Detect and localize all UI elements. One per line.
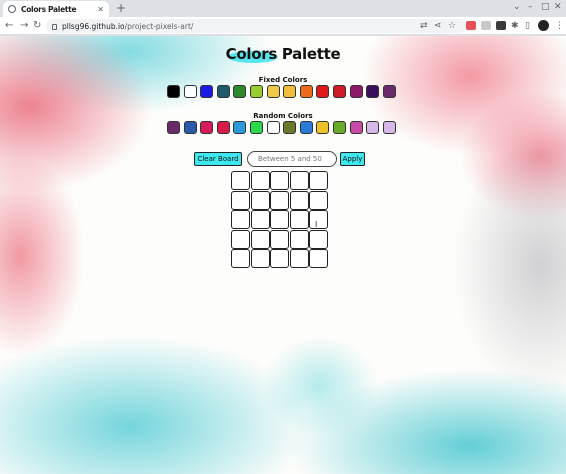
url-text: pllsg96.github.io/project-pixels-art/ [62,21,194,31]
pixel-board [231,171,328,268]
lock-icon [52,24,57,30]
forward-icon[interactable]: → [20,19,28,33]
fixed-color-swatch[interactable] [167,85,180,98]
board-pixel[interactable] [289,210,309,229]
board-pixel[interactable] [309,210,328,229]
browser-toolbar: ← → ↻ pllsg96.github.io/project-pixels-a… [0,17,566,35]
back-icon[interactable]: ← [5,19,13,33]
fixed-color-swatch[interactable] [366,85,380,98]
address-bar[interactable]: pllsg96.github.io/project-pixels-art/ [46,19,466,33]
board-pixel[interactable] [309,249,328,268]
share-icon[interactable]: ⋖ [434,20,442,32]
random-color-swatch[interactable] [349,121,363,134]
translate-icon[interactable]: ⇄ [420,20,428,32]
puzzle-extensions-icon[interactable]: ✱ [511,20,519,32]
fixed-color-swatch[interactable] [200,85,214,98]
random-color-swatch[interactable] [283,121,297,134]
bookmark-star-icon[interactable]: ☆ [448,20,456,32]
board-pixel[interactable] [289,171,309,190]
board-pixel[interactable] [289,249,309,268]
random-color-swatch[interactable] [183,121,197,134]
clear-board-button[interactable]: Clear Board [194,152,242,166]
random-color-swatch[interactable] [316,121,330,134]
fixed-color-swatch[interactable] [299,85,313,98]
globe-icon [8,5,16,13]
close-tab-icon[interactable]: ✕ [97,5,104,14]
board-pixel[interactable] [309,171,328,190]
fixed-color-swatch[interactable] [283,85,297,98]
side-panel-icon[interactable]: ▯ [525,20,530,32]
tab-bar: Colors Palette ✕ + ⌄ – □ ✕ [0,0,566,17]
random-color-swatch[interactable] [167,121,180,134]
board-pixel[interactable] [309,229,328,249]
board-pixel[interactable] [250,171,270,190]
minimize-icon[interactable]: – [528,2,533,12]
fixed-colors-label: Fixed Colors [258,76,308,84]
page-viewport: Colors Palette Fixed Colors Random Color… [0,36,566,474]
fixed-color-swatch[interactable] [332,85,346,98]
random-color-swatch[interactable] [200,121,214,134]
fixed-color-swatch[interactable] [316,85,330,98]
board-pixel[interactable] [231,171,250,190]
fixed-color-swatch[interactable] [216,85,230,98]
fixed-color-palette [167,85,396,98]
board-pixel[interactable] [289,190,309,210]
random-color-swatch[interactable] [233,121,247,134]
text-cursor-icon: I [315,220,318,229]
fixed-color-swatch[interactable] [249,85,263,98]
board-pixel[interactable] [250,210,270,229]
close-window-icon[interactable]: ✕ [554,2,562,12]
board-pixel[interactable] [270,171,289,190]
random-color-palette [167,121,396,134]
random-color-swatch[interactable] [266,121,280,134]
profile-avatar[interactable] [538,20,549,31]
board-pixel[interactable] [270,229,289,249]
fixed-color-swatch[interactable] [233,85,247,98]
board-pixel[interactable] [309,190,328,210]
board-pixel[interactable] [250,229,270,249]
random-colors-label: Random Colors [253,112,313,120]
apply-button[interactable]: Apply [340,152,365,166]
random-color-swatch[interactable] [366,121,380,134]
menu-dots-icon[interactable]: ⋮ [555,20,564,32]
board-pixel[interactable] [250,190,270,210]
board-pixel[interactable] [231,210,250,229]
fixed-color-swatch[interactable] [382,85,396,98]
extension-icon[interactable] [496,21,506,30]
board-pixel[interactable] [270,249,289,268]
random-color-swatch[interactable] [382,121,396,134]
new-tab-button[interactable]: + [116,1,126,15]
fixed-color-swatch[interactable] [266,85,280,98]
board-pixel[interactable] [250,249,270,268]
chevron-down-icon[interactable]: ⌄ [513,2,521,12]
extension-icon[interactable] [481,21,491,30]
page-title: Colors Palette [225,45,341,63]
maximize-icon[interactable]: □ [541,2,550,12]
extension-icon[interactable] [466,21,476,30]
browser-tab[interactable]: Colors Palette ✕ [3,1,109,17]
board-pixel[interactable] [231,249,250,268]
random-color-swatch[interactable] [332,121,346,134]
board-size-input[interactable] [247,151,337,167]
random-color-swatch[interactable] [216,121,230,134]
tab-title: Colors Palette [21,4,77,14]
random-color-swatch[interactable] [299,121,313,134]
fixed-color-swatch[interactable] [349,85,363,98]
board-pixel[interactable] [231,190,250,210]
reload-icon[interactable]: ↻ [33,19,41,33]
board-pixel[interactable] [270,210,289,229]
board-pixel[interactable] [289,229,309,249]
random-color-swatch[interactable] [249,121,263,134]
fixed-color-swatch[interactable] [183,85,197,98]
board-pixel[interactable] [231,229,250,249]
board-pixel[interactable] [270,190,289,210]
